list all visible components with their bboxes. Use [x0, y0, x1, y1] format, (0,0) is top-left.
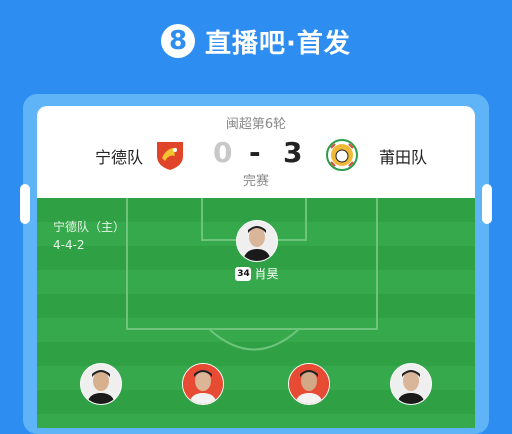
player-photo [236, 220, 278, 262]
away-team-name: 莆田队 [379, 148, 428, 167]
defender-photo-3[interactable] [287, 363, 331, 405]
brand-title: 直播吧·首发 [205, 28, 351, 59]
brand-logo-icon: 8 [161, 24, 196, 58]
right-side-tab [482, 184, 492, 224]
away-team-crest-icon [326, 139, 358, 171]
match-round: 闽超第6轮 [225, 117, 287, 132]
away-score: 3 [283, 136, 303, 169]
player-avatar-icon [289, 364, 329, 404]
player-photo [182, 363, 224, 405]
player-label: 34 肖昊 [227, 265, 287, 282]
formation: 4-4-2 [53, 238, 85, 252]
player-avatar-icon [183, 364, 223, 404]
player-photo [288, 363, 330, 405]
match-status: 完赛 [242, 174, 269, 189]
player-photo [80, 363, 122, 405]
team-label: 宁德队（主） [53, 220, 126, 234]
player-photo [390, 363, 432, 405]
defender-photo-4[interactable] [389, 363, 433, 405]
left-side-tab [20, 184, 30, 224]
score-separator: - [249, 136, 261, 169]
lineup-pitch: 宁德队（主） 4-4-2 34 肖昊 [37, 198, 475, 428]
team-info: 宁德队（主） 4-4-2 [53, 218, 125, 254]
player-name: 肖昊 [254, 267, 279, 281]
player-number: 34 [235, 266, 252, 281]
match-scorecard: 闽超第6轮 宁德队 0 - 3 莆田队 完赛 [37, 106, 475, 198]
defender-photo-2[interactable] [181, 363, 225, 405]
player-avatar-icon [237, 221, 277, 261]
home-team-name: 宁德队 [95, 148, 144, 167]
app-header: 8 直播吧·首发 [0, 0, 512, 88]
player-avatar-icon [391, 364, 431, 404]
goalkeeper[interactable]: 34 肖昊 [227, 220, 287, 282]
home-score: 0 [213, 136, 233, 169]
defender-photo-1[interactable] [79, 363, 123, 405]
player-avatar-icon [81, 364, 121, 404]
home-team-crest-icon [157, 142, 183, 170]
brand: 8 直播吧·首发 [161, 23, 351, 60]
